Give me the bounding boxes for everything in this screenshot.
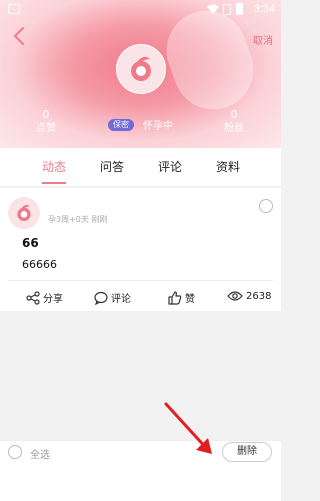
sim-icon — [223, 4, 231, 15]
view-count: 2638 — [227, 290, 271, 302]
active-tab-indicator — [42, 182, 66, 184]
battery-icon — [236, 3, 243, 15]
comment-button[interactable]: 评论 — [94, 290, 131, 305]
tab-feed[interactable]: 动态 — [34, 158, 74, 175]
image-notification-icon — [8, 4, 20, 14]
post-title: 66 — [22, 236, 39, 250]
divider — [8, 280, 273, 281]
back-arrow-icon[interactable] — [10, 26, 30, 46]
fans-stat[interactable]: 0 粉丝 — [214, 108, 254, 136]
view-count-value: 2638 — [246, 290, 272, 302]
tab-profile[interactable]: 资料 — [208, 158, 248, 175]
tab-comments[interactable]: 评论 — [150, 158, 190, 175]
post-body: 66666 — [22, 258, 57, 271]
select-all-checkbox[interactable] — [8, 445, 22, 459]
share-button[interactable]: 分享 — [26, 290, 63, 305]
tab-qa[interactable]: 问答 — [92, 158, 132, 175]
eye-icon — [227, 291, 243, 301]
avatar[interactable] — [116, 44, 166, 94]
wifi-icon — [207, 4, 219, 14]
likes-stat[interactable]: 0 点赞 — [26, 108, 66, 136]
thumbs-up-icon — [168, 290, 182, 305]
like-label: 赞 — [185, 294, 195, 305]
comment-icon — [94, 291, 108, 305]
comment-label: 评论 — [111, 294, 131, 305]
mascot-icon — [131, 56, 151, 81]
select-all-label[interactable]: 全选 — [30, 446, 50, 461]
share-icon — [26, 290, 40, 305]
pregnancy-status: 怀孕中 — [143, 121, 173, 132]
red-arrow-annotation — [164, 402, 212, 454]
post-meta: 孕3周+0天 刚刚 — [48, 215, 108, 224]
status-bar: 3:34 — [0, 0, 281, 20]
clock: 3:34 — [253, 3, 275, 15]
post-select-checkbox[interactable] — [259, 199, 273, 213]
delete-button[interactable]: 删除 — [222, 442, 272, 462]
share-label: 分享 — [43, 294, 63, 305]
mascot-icon — [17, 204, 31, 221]
cancel-button[interactable]: 取消 — [253, 32, 273, 47]
like-button[interactable]: 赞 — [168, 290, 195, 305]
privacy-badge: 保密 — [108, 119, 134, 131]
post-author-avatar[interactable] — [8, 197, 40, 229]
